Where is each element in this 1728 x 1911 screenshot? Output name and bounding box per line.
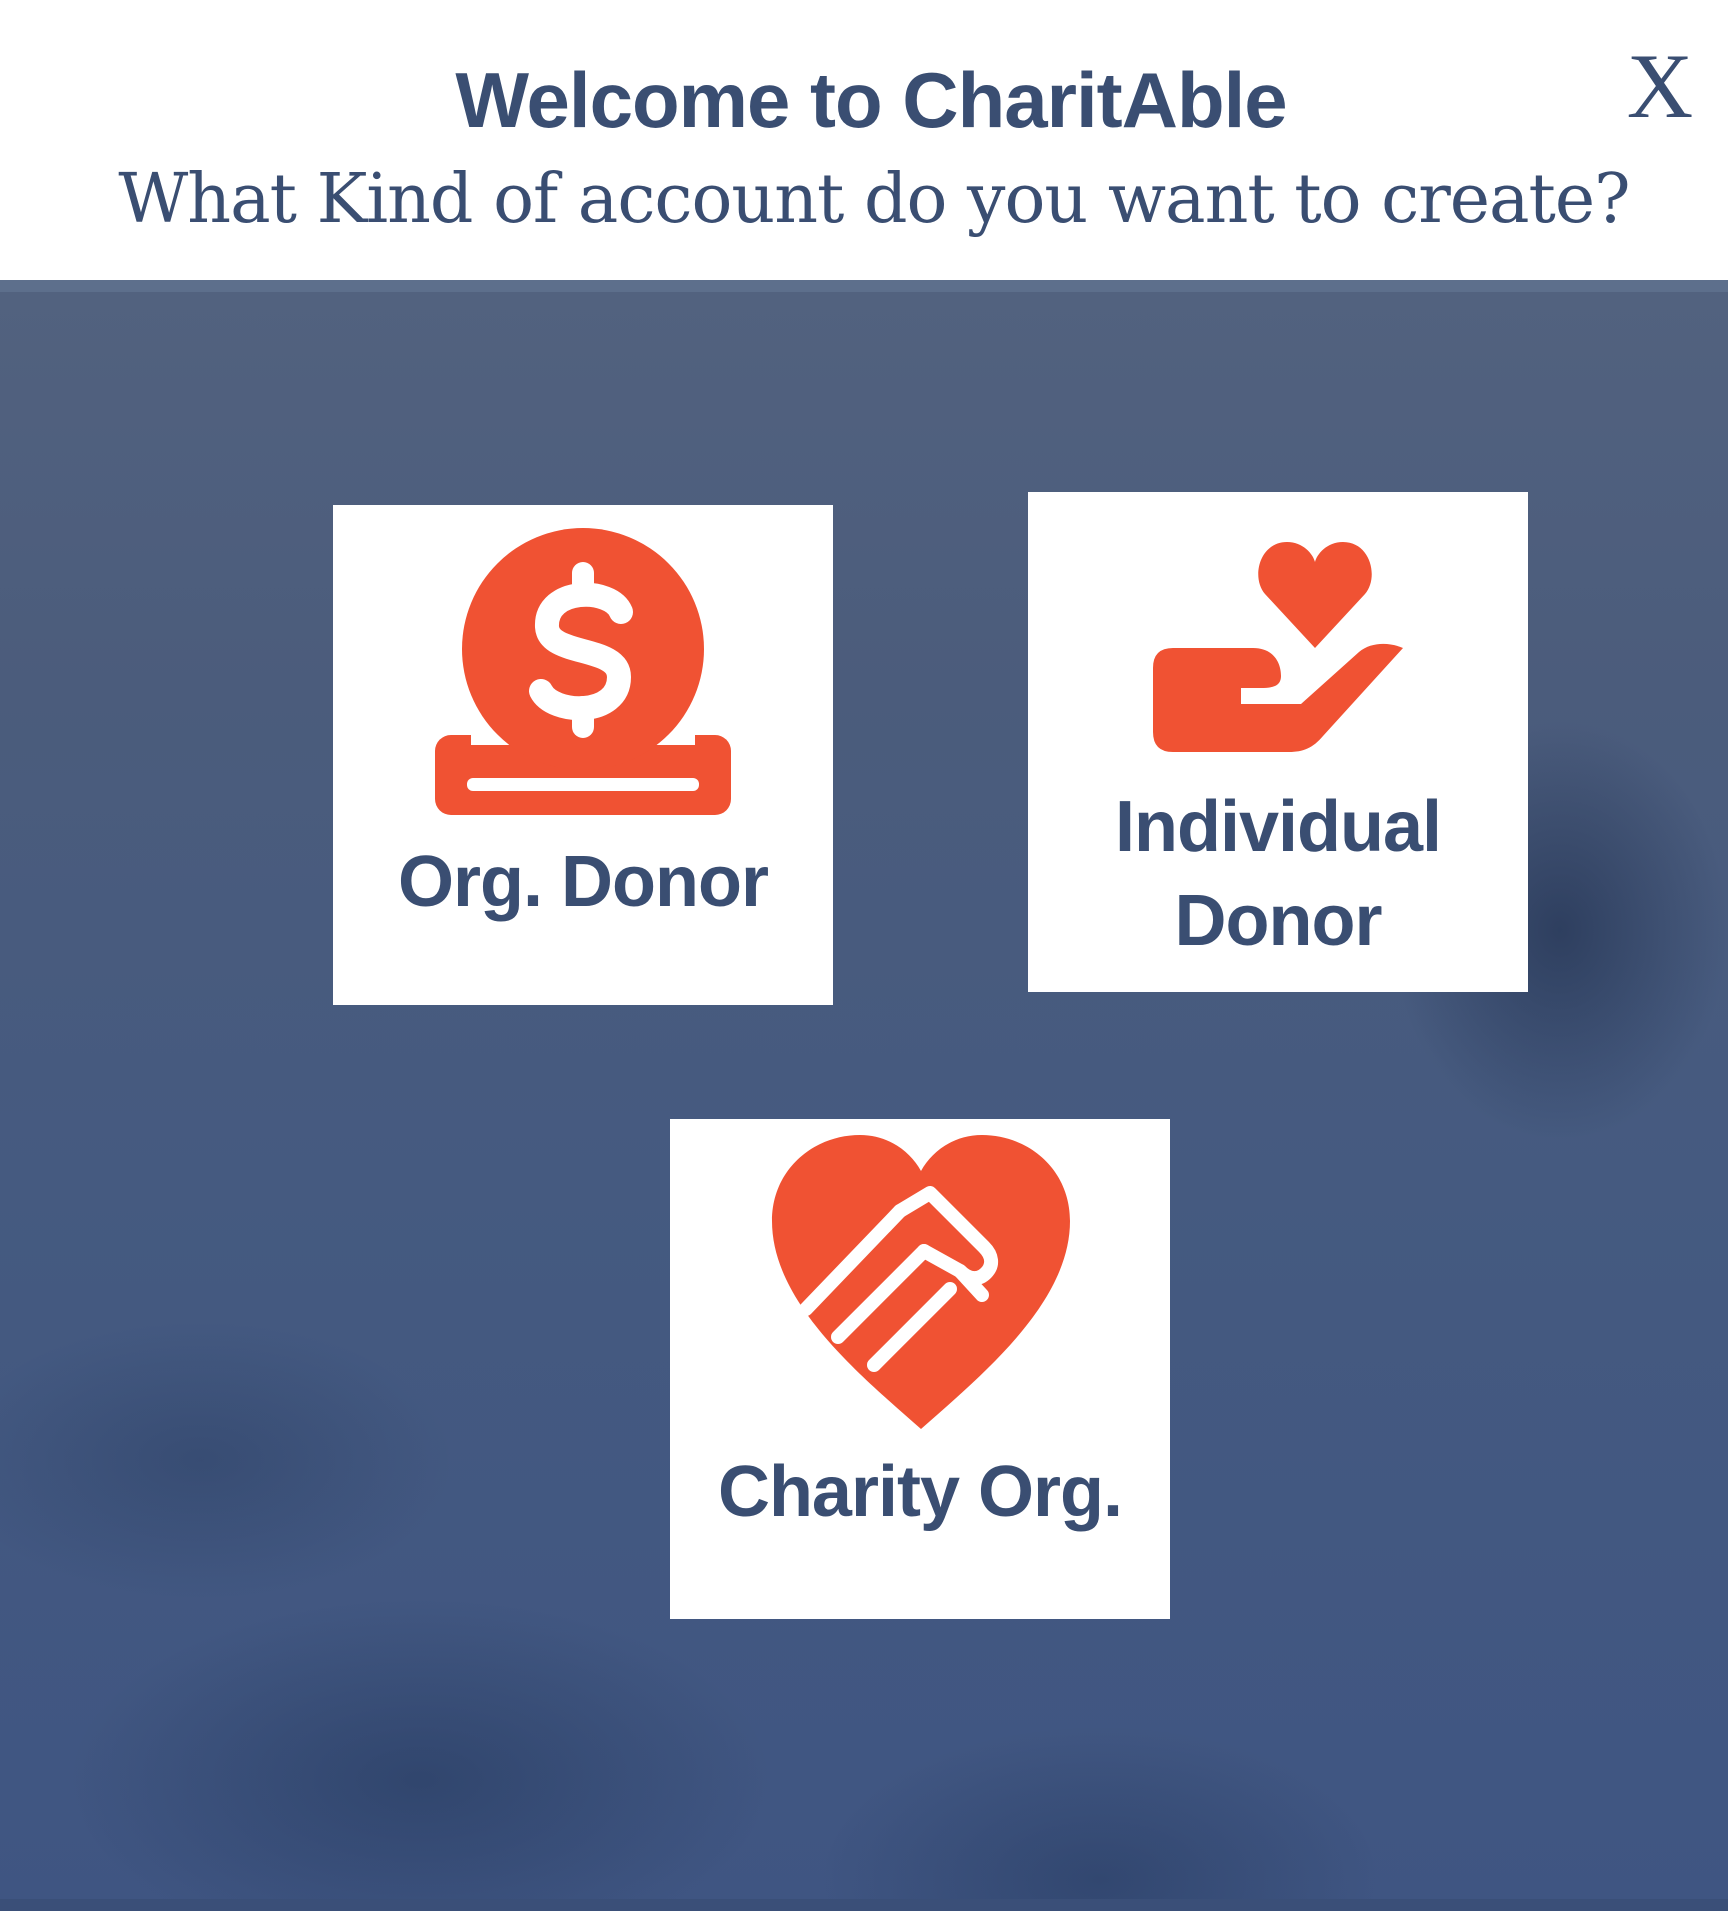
charity-org-option[interactable]: Charity Org. (670, 1119, 1170, 1619)
close-button[interactable]: X (1610, 36, 1710, 136)
org-donor-label: Org. Donor (398, 842, 769, 922)
hand-heart-icon (1153, 542, 1403, 752)
heart-handshake-icon (772, 1135, 1070, 1429)
page-subtitle: What Kind of account do you want to crea… (118, 160, 1630, 239)
page-title: Welcome to CharitAble (455, 56, 1287, 144)
individual-donor-label-line1: Individual (1114, 787, 1442, 867)
charity-org-label: Charity Org. (717, 1452, 1123, 1532)
money-deposit-icon (435, 528, 731, 815)
modal-header: Welcome to CharitAble What Kind of accou… (0, 0, 1728, 280)
individual-donor-option[interactable]: Individual Donor (1028, 492, 1528, 992)
org-donor-option[interactable]: Org. Donor (333, 505, 833, 1005)
individual-donor-label-line2: Donor (1174, 881, 1383, 961)
account-type-modal: Welcome to CharitAble What Kind of accou… (0, 0, 1728, 1911)
